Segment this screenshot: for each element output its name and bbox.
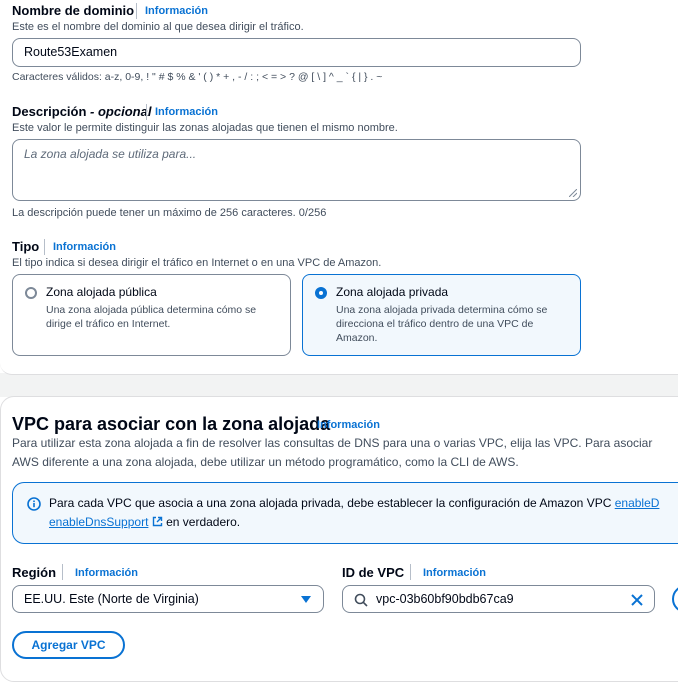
region-label: Región [12,565,57,580]
vpc-id-value: vpc-03b60bf90bdb67ca9 [376,592,514,606]
domain-name-description: Este es el nombre del dominio al que des… [12,21,304,33]
caret-down-icon [301,596,311,603]
vpc-paragraph-line1: Para utilizar esta zona alojada a fin de… [12,436,653,450]
alert-line2: enableDnsSupport en verdadero. [49,515,241,529]
radio-private-desc: Una zona alojada privada determina cómo … [336,304,548,344]
domain-name-input[interactable]: Route53Examen [12,38,581,67]
radio-card-public[interactable]: Zona alojada pública Una zona alojada pú… [12,274,291,356]
page-background-gap [0,373,678,397]
region-info-link[interactable]: Información [75,567,138,579]
label-separator [410,564,411,580]
description-textarea[interactable]: La zona alojada se utiliza para... [12,139,581,201]
alert-link-enable-dns-hostnames[interactable]: enableD [615,496,660,510]
vpc-id-info-link[interactable]: Información [423,567,486,579]
alert-link-enable-dns-support[interactable]: enableDnsSupport [49,515,148,529]
clear-icon[interactable] [631,594,643,606]
radio-public-title: Zona alojada pública [46,285,157,299]
description-label: Descripción - opcional [12,104,152,119]
domain-name-value: Route53Examen [24,45,118,59]
label-separator [62,564,63,580]
radio-private-title: Zona alojada privada [336,285,449,299]
description-description: Este valor le permite distinguir las zon… [12,122,398,134]
add-vpc-button[interactable]: Agregar VPC [12,631,125,659]
description-info-link[interactable]: Información [155,106,218,118]
radio-card-private[interactable]: Zona alojada privada Una zona alojada pr… [302,274,581,356]
label-separator [44,239,45,255]
info-alert: Para cada VPC que asocia a una zona aloj… [12,482,678,544]
radio-private[interactable] [315,287,327,299]
vpc-section-title: VPC para asociar con la zona alojada [12,414,331,434]
label-separator [136,3,137,19]
alert-line1: Para cada VPC que asocia a una zona aloj… [49,496,660,510]
resize-handle-icon[interactable] [569,189,577,197]
vpc-paragraph-line2: AWS diferente a una zona alojada, debe u… [12,455,519,469]
external-link-icon[interactable] [152,516,163,527]
region-select-value: EE.UU. Este (Norte de Virginia) [24,592,199,606]
description-constraint: La descripción puede tener un máximo de … [12,207,327,219]
radio-public[interactable] [25,287,37,299]
domain-name-info-link[interactable]: Información [145,5,208,17]
type-label: Tipo [12,239,40,254]
vpc-section-info-link[interactable]: Información [317,419,380,431]
domain-name-constraint: Caracteres válidos: a-z, 0-9, ! " # $ % … [12,71,383,83]
radio-public-desc: Una zona alojada pública determina cómo … [46,304,257,330]
type-info-link[interactable]: Información [53,241,116,253]
domain-name-label: Nombre de dominio [12,3,135,18]
label-separator [146,104,147,120]
search-icon [354,593,368,607]
type-description: El tipo indica si desea dirigir el tráfi… [12,257,382,269]
vpc-id-autosuggest[interactable]: vpc-03b60bf90bdb67ca9 [342,585,655,613]
top-panel-bottom-edge [0,362,678,375]
region-select[interactable]: EE.UU. Este (Norte de Virginia) [12,585,324,613]
info-circle-icon [27,497,41,511]
description-placeholder: La zona alojada se utiliza para... [24,147,197,161]
vpc-id-label: ID de VPC [342,565,405,580]
